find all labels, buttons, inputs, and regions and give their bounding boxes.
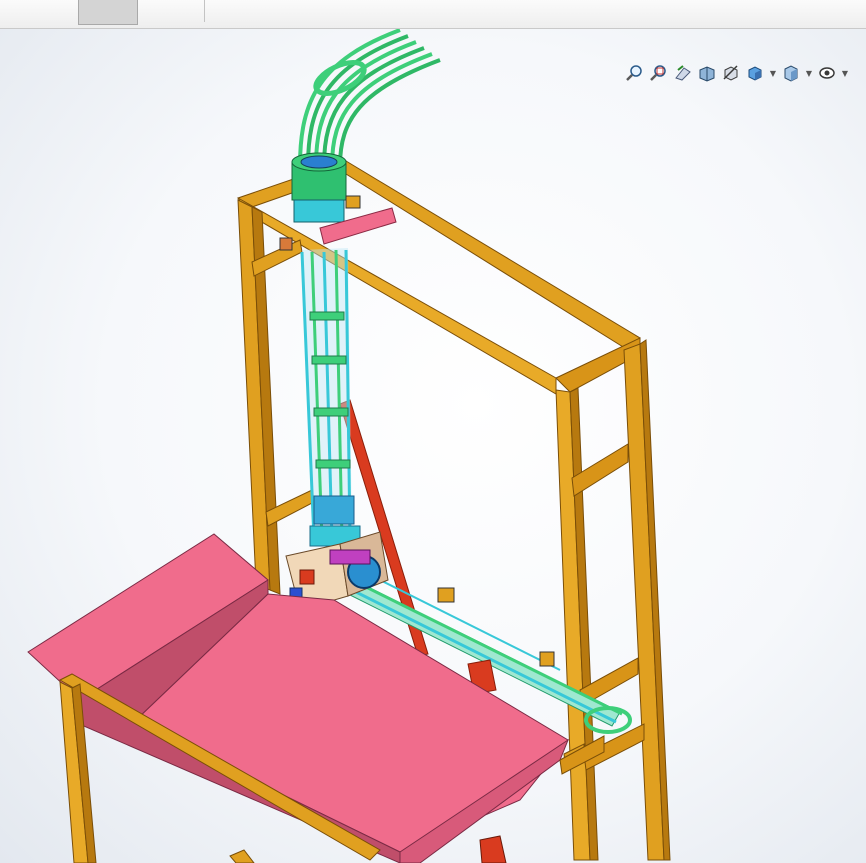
view-orientation-button[interactable] — [744, 63, 766, 83]
heads-up-view-toolbar: ▼ ▼ ▼ — [624, 62, 866, 84]
curved-tube-bundle[interactable] — [298, 29, 441, 167]
section-view-icon — [699, 66, 715, 82]
previous-view-icon — [675, 65, 691, 81]
chevron-down-icon: ▼ — [841, 68, 849, 78]
dynamic-annotation-button[interactable] — [720, 63, 742, 83]
ribbon-separator — [204, 0, 205, 22]
ribbon-tab-specopak[interactable] — [146, 0, 202, 24]
zoom-to-area-icon — [650, 65, 666, 81]
zoom-to-fit-button[interactable] — [624, 63, 646, 83]
cad-model[interactable] — [0, 29, 866, 863]
frame-top-right-beam — [345, 160, 641, 351]
graphics-viewport[interactable]: ▼ ▼ ▼ — [0, 29, 866, 863]
chevron-down-icon: ▼ — [805, 68, 813, 78]
previous-view-button[interactable] — [672, 63, 694, 83]
frame-top-front-beam — [237, 197, 557, 395]
ribbon-strip — [0, 0, 866, 29]
chevron-down-icon: ▼ — [769, 68, 777, 78]
ribbon-tab-active[interactable] — [78, 0, 138, 25]
zoom-to-fit-icon — [626, 65, 642, 81]
hide-show-dropdown[interactable]: ▼ — [840, 63, 850, 83]
view-orientation-icon — [723, 65, 738, 81]
display-style-dropdown[interactable]: ▼ — [804, 63, 814, 83]
edit-appearance-icon — [819, 67, 835, 79]
ribbon-tab-sketch[interactable] — [28, 0, 74, 24]
view-orientation-dropdown[interactable]: ▼ — [768, 63, 778, 83]
hide-show-items-button[interactable] — [816, 63, 838, 83]
section-view-button[interactable] — [696, 63, 718, 83]
zoom-to-area-button[interactable] — [648, 63, 670, 83]
display-style-button[interactable] — [780, 63, 802, 83]
hide-show-items-icon — [784, 65, 798, 82]
display-style-icon — [748, 66, 762, 81]
ribbon-tab-left[interactable] — [0, 0, 20, 24]
